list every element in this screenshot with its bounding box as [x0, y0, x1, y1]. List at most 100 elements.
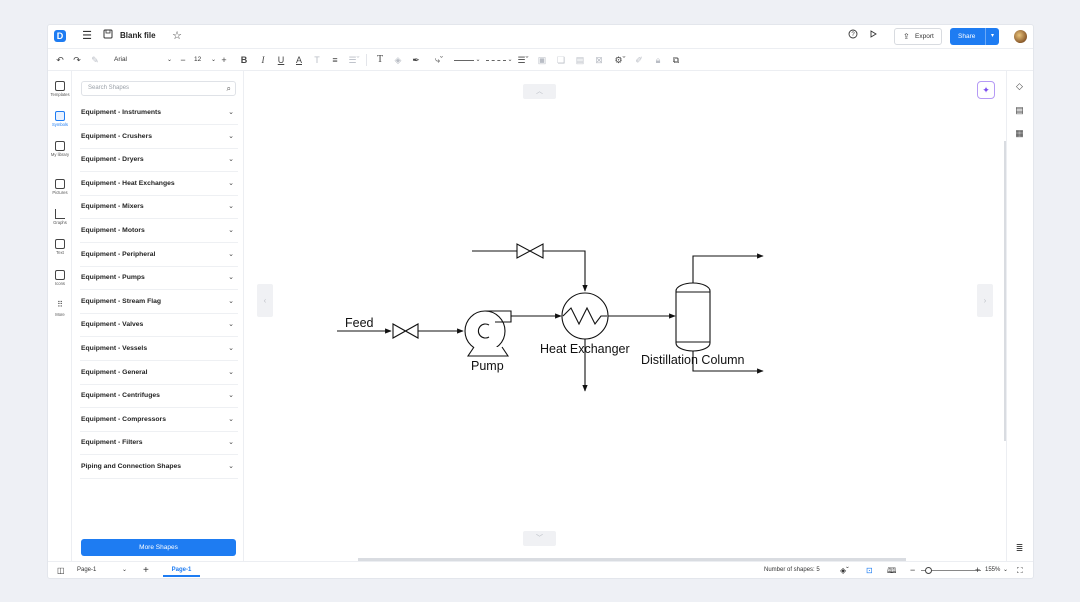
shape-category-item[interactable]: Piping and Connection Shapes ⌄	[80, 456, 238, 479]
zoom-out-icon[interactable]: −	[910, 562, 915, 578]
underline-icon[interactable]: U	[275, 53, 287, 67]
play-icon[interactable]	[866, 29, 880, 43]
shape-category-item[interactable]: Equipment - Mixers ⌄	[80, 196, 238, 220]
line-end-select[interactable]	[486, 60, 506, 61]
shape-category-item[interactable]: Equipment - Filters ⌄	[80, 432, 238, 456]
file-name[interactable]: Blank file	[120, 31, 156, 40]
search-input[interactable]: Search Shapes ⌕	[81, 81, 236, 96]
increase-font-icon[interactable]: +	[219, 53, 229, 67]
page-settings-icon[interactable]: ▤	[1014, 105, 1025, 116]
shape-style-icon[interactable]: ⚙ˇ	[612, 53, 628, 67]
app-logo[interactable]: D	[54, 30, 66, 42]
format-painter-icon[interactable]: ✎	[89, 53, 101, 67]
rail-item-more[interactable]: ⠿ More	[48, 299, 72, 325]
drawing-canvas[interactable]: ︿ ﹀ ‹ › ✦ Feed Pump Heat Exchanger Disti…	[245, 71, 1006, 561]
fill-icon[interactable]: ◈	[392, 53, 404, 67]
text-style-icon[interactable]: T	[311, 53, 323, 67]
shape-category-item[interactable]: Equipment - Stream Flag ⌄	[80, 291, 238, 314]
chevron-down-icon[interactable]: ⌄	[506, 53, 514, 67]
feed-label[interactable]: Feed	[345, 316, 374, 330]
add-page-icon[interactable]: +	[143, 562, 149, 578]
utility-valve[interactable]	[516, 243, 544, 259]
replace-shape-icon[interactable]: ⧉	[670, 53, 682, 67]
style-fill-icon[interactable]: ◇	[1014, 81, 1025, 92]
lock-icon[interactable]: 🔒︎	[652, 53, 664, 67]
shape-category-item[interactable]: Equipment - Dryers ⌄	[80, 149, 238, 173]
chevron-down-icon[interactable]: ⌄	[122, 562, 127, 578]
shape-category-item[interactable]: Equipment - Instruments ⌄	[80, 102, 238, 125]
line-style-select[interactable]	[454, 60, 474, 61]
rail-item-library[interactable]: My library	[48, 139, 72, 169]
rail-item-text[interactable]: Text	[48, 237, 72, 263]
shape-category-item[interactable]: Equipment - Pumps ⌄	[80, 267, 238, 291]
help-icon[interactable]: ?	[846, 29, 860, 43]
arrange-icon[interactable]: ❏	[555, 53, 567, 67]
decrease-font-icon[interactable]: −	[178, 53, 188, 67]
shape-category-item[interactable]: Equipment - Centrifuges ⌄	[80, 385, 238, 409]
panel-toggle-icon[interactable]: ≣	[1014, 543, 1025, 554]
font-size-value: 12	[194, 56, 202, 63]
size-icon[interactable]: ⊠	[593, 53, 605, 67]
connector-icon[interactable]: ⤷ˇ	[431, 53, 447, 67]
shape-category-item[interactable]: Equipment - Vessels ⌄	[80, 338, 238, 361]
page-select[interactable]: Page-1	[77, 562, 96, 578]
star-icon[interactable]: ☆	[170, 29, 184, 43]
line-spacing-icon[interactable]: ☰ˇ	[346, 53, 362, 67]
user-avatar[interactable]	[1014, 30, 1027, 43]
share-dropdown-icon[interactable]: ▾	[985, 28, 999, 45]
shape-category-item[interactable]: Equipment - Peripheral ⌄	[80, 244, 238, 267]
shape-category-item[interactable]: Equipment - Crushers ⌄	[80, 126, 238, 149]
chevron-down-icon[interactable]: ⌄	[1003, 562, 1008, 578]
rail-item-templates[interactable]: Templates	[48, 79, 72, 105]
distillation-column-label[interactable]: Distillation Column	[641, 353, 745, 367]
layers-grid-icon[interactable]: ▦	[1014, 128, 1025, 139]
rail-item-symbols[interactable]: Symbols	[48, 109, 72, 135]
pump-symbol[interactable]	[464, 310, 512, 357]
valve-to-exchanger-line[interactable]	[543, 250, 588, 292]
zoom-slider-handle[interactable]	[925, 567, 932, 574]
shape-category-item[interactable]: Equipment - Heat Exchanges ⌄	[80, 173, 238, 196]
line-color-icon[interactable]: ✒	[410, 53, 422, 67]
column-top-outlet-line[interactable]	[692, 253, 764, 283]
distribute-icon[interactable]: ▤	[574, 53, 586, 67]
book-icon[interactable]: 🕮︎	[887, 562, 896, 578]
heat-exchanger-symbol[interactable]	[561, 292, 609, 340]
feed-valve[interactable]	[392, 323, 419, 339]
align-icon[interactable]: ≡	[329, 53, 341, 67]
font-color-icon[interactable]: A	[293, 53, 305, 67]
shape-category-item[interactable]: Equipment - General ⌄	[80, 362, 238, 385]
text-tool-icon[interactable]: T	[374, 53, 386, 67]
rail-item-graphs[interactable]: Graphs	[48, 207, 72, 233]
heat-exchanger-label[interactable]: Heat Exchanger	[540, 342, 630, 356]
share-button[interactable]: Share ▾	[950, 28, 999, 45]
layers-icon[interactable]: ◈ˇ	[840, 562, 849, 578]
italic-icon[interactable]: I	[257, 53, 269, 67]
menu-icon[interactable]: ☰	[80, 29, 94, 43]
page-layout-icon[interactable]: ◫	[57, 562, 65, 578]
chevron-down-icon[interactable]: ⌄	[474, 53, 482, 67]
zoom-level[interactable]: 155%	[985, 562, 1000, 578]
redo-icon[interactable]: ↷	[71, 53, 83, 67]
bold-icon[interactable]: B	[238, 53, 250, 67]
rail-item-icons[interactable]: Icons	[48, 268, 72, 294]
more-shapes-button[interactable]: More Shapes	[81, 539, 236, 556]
pump-label[interactable]: Pump	[471, 359, 504, 373]
save-icon[interactable]	[101, 29, 115, 43]
tab-page-1[interactable]: Page-1	[163, 564, 200, 577]
export-button[interactable]: ⇪ Export	[894, 28, 942, 45]
group-icon[interactable]: ▣	[536, 53, 548, 67]
zoom-in-icon[interactable]: +	[975, 562, 980, 578]
arrow-style-icon[interactable]: ☰ˇ	[516, 53, 530, 67]
undo-icon[interactable]: ↶	[54, 53, 66, 67]
distillation-column-symbol[interactable]	[675, 282, 711, 352]
rail-item-pictures[interactable]: Pictures	[48, 177, 72, 203]
shape-category-item[interactable]: Equipment - Motors ⌄	[80, 220, 238, 243]
fullscreen-icon[interactable]: ⛶	[1017, 562, 1023, 578]
shape-category-item[interactable]: Equipment - Valves ⌄	[80, 314, 238, 338]
shape-category-item[interactable]: Equipment - Compressors ⌄	[80, 409, 238, 432]
focus-icon[interactable]: ⊡	[866, 562, 873, 578]
font-size-select[interactable]: 12 ⌄	[194, 54, 216, 66]
edit-shape-icon[interactable]: ✐	[633, 53, 645, 67]
font-family-select[interactable]: Arial ⌄	[112, 54, 174, 66]
search-icon[interactable]: ⌕	[227, 82, 231, 95]
